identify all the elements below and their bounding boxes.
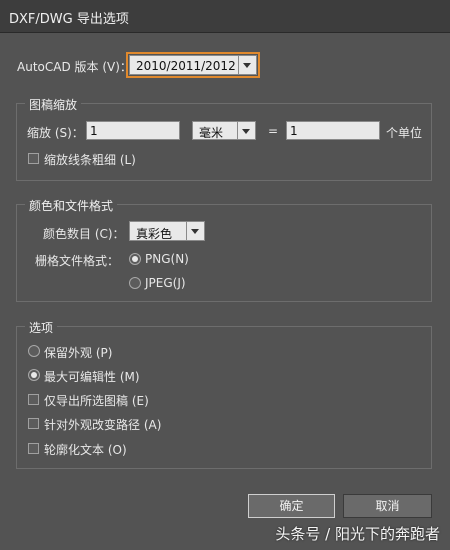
scale-line-weights-checkbox[interactable]	[28, 153, 39, 164]
chevron-down-icon	[238, 56, 256, 74]
title-bar: DXF/DWG 导出选项	[0, 0, 450, 33]
outline-text-label: 轮廓化文本 (O)	[44, 443, 127, 457]
chevron-down-icon	[237, 122, 255, 139]
num-colors-label: 颜色数目 (C)：	[43, 227, 125, 241]
outline-text-checkbox[interactable]	[28, 443, 39, 454]
max-editability-radio[interactable]	[28, 369, 40, 381]
export-selected-label: 仅导出所选图稿 (E)	[44, 394, 149, 408]
num-colors-value: 真彩色	[136, 227, 173, 241]
autocad-version-value: 2010/2011/2012	[136, 59, 236, 73]
autocad-version-dropdown[interactable]: 2010/2011/2012	[126, 52, 260, 78]
equals-sign: =	[268, 124, 279, 138]
preserve-appearance-radio[interactable]	[28, 345, 40, 357]
autocad-version-label: AutoCAD 版本 (V)：	[17, 60, 132, 74]
jpeg-radio[interactable]	[129, 277, 141, 289]
png-radio[interactable]	[129, 253, 141, 265]
units-input-value: 1	[290, 124, 298, 138]
scale-input[interactable]: 1	[86, 121, 180, 140]
cancel-button[interactable]: 取消	[343, 494, 432, 518]
alter-paths-checkbox[interactable]	[28, 418, 39, 429]
scale-unit-value: 毫米	[199, 126, 224, 140]
artwork-scaling-group: 图稿缩放	[16, 96, 432, 181]
scale-unit-dropdown[interactable]: 毫米	[192, 121, 256, 140]
color-file-format-group-title: 颜色和文件格式	[25, 197, 118, 214]
scale-input-value: 1	[90, 124, 98, 138]
export-selected-checkbox[interactable]	[28, 394, 39, 405]
alter-paths-label: 针对外观改变路径 (A)	[44, 418, 162, 432]
artwork-scaling-group-title: 图稿缩放	[25, 96, 82, 113]
ok-button[interactable]: 确定	[248, 494, 335, 518]
jpeg-label: JPEG(J)	[145, 276, 186, 290]
watermark-text: 头条号 / 阳光下的奔跑者	[275, 525, 440, 543]
max-editability-label: 最大可编辑性 (M)	[44, 370, 140, 384]
num-colors-dropdown[interactable]: 真彩色	[129, 221, 205, 241]
scale-label: 缩放 (S)：	[27, 126, 84, 140]
units-input[interactable]: 1	[286, 121, 380, 140]
preserve-appearance-label: 保留外观 (P)	[44, 346, 113, 360]
scale-line-weights-label: 缩放线条粗细 (L)	[44, 153, 136, 167]
window-title: DXF/DWG 导出选项	[9, 12, 129, 27]
options-group-title: 选项	[25, 319, 58, 336]
chevron-down-icon	[186, 222, 204, 240]
png-label: PNG(N)	[145, 252, 189, 266]
raster-format-label: 栅格文件格式：	[35, 254, 120, 268]
units-label: 个单位	[386, 126, 423, 140]
